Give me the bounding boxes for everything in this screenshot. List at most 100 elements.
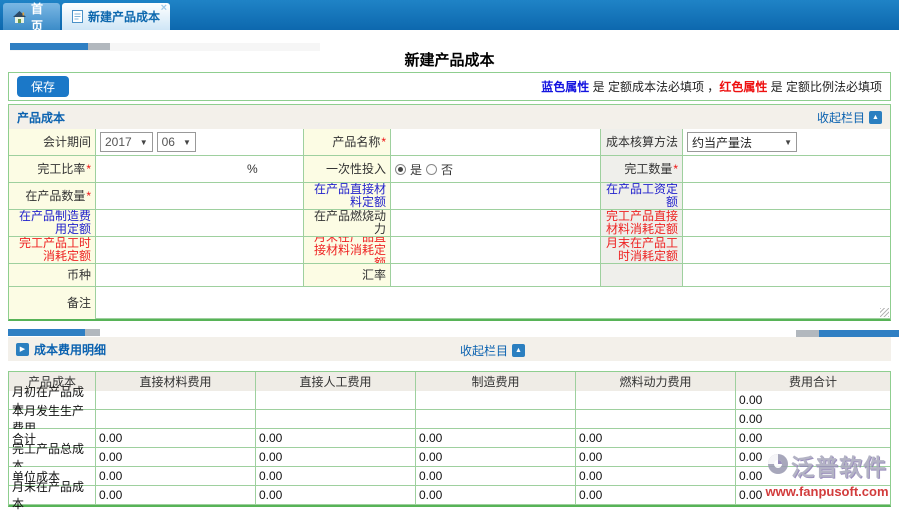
month-end-wip-hour-quota-input[interactable]: [687, 241, 886, 259]
table-cell: 0.00: [416, 429, 576, 448]
wip-qty-cell: [96, 183, 304, 210]
completed-qty-label: 完工数量*: [601, 156, 683, 183]
tab-home-label: 首页: [31, 0, 50, 34]
app-window: 首页 新建产品成本 × 新建产品成本 保存 蓝色属性 是 定额成本法必填项 ，红…: [0, 0, 899, 514]
wip-direct-material-quota-input[interactable]: [395, 187, 596, 205]
collapse-label: 收起栏目: [460, 342, 508, 359]
table-cell[interactable]: [576, 391, 736, 410]
wip-qty-input[interactable]: [100, 187, 299, 205]
finished-work-hour-quota-cell: [96, 237, 304, 264]
month-end-wip-material-quota-cell: [391, 237, 601, 264]
table-cell[interactable]: [416, 391, 576, 410]
table-cell: 0.00: [416, 448, 576, 467]
product-name-input[interactable]: [395, 133, 596, 151]
collapse-label: 收起栏目: [817, 109, 865, 126]
table-cell: 0.00: [576, 429, 736, 448]
required-mark: *: [86, 163, 91, 176]
col-header: 费用合计: [736, 372, 890, 392]
toolbar: 保存 蓝色属性 是 定额成本法必填项 ，红色属性 是 定额比例法必填项: [8, 72, 891, 101]
month-end-wip-hour-quota-cell: [683, 237, 890, 264]
hint-blue-term: 蓝色属性: [541, 80, 589, 94]
year-select[interactable]: 2017▼: [100, 132, 153, 152]
remark-label: 备注: [9, 287, 96, 319]
wip-wage-quota-label: 在产品工资定额: [601, 183, 683, 210]
scrollbar-detail-left[interactable]: [8, 329, 100, 336]
table-cell: 0.00: [736, 410, 890, 429]
cost-method-select[interactable]: 约当产量法▼: [687, 132, 797, 152]
completed-qty-cell: [683, 156, 890, 183]
finished-work-hour-quota-label: 完工产品工时消耗定额: [9, 237, 96, 264]
wip-direct-material-quota-label: 在产品直接材料定额: [304, 183, 391, 210]
radio-yes-label: 是: [410, 161, 422, 178]
currency-input[interactable]: [100, 266, 299, 284]
wip-mfg-expense-quota-input[interactable]: [100, 214, 299, 232]
hint-red-term: 红色属性: [719, 80, 767, 94]
month-select[interactable]: 06▼: [157, 132, 196, 152]
month-end-wip-material-quota-input[interactable]: [395, 241, 596, 259]
scrollbar-detail-right[interactable]: [796, 330, 899, 337]
completed-qty-input[interactable]: [687, 160, 886, 178]
tab-bar: 首页 新建产品成本 ×: [0, 0, 899, 30]
wip-mfg-expense-quota-label: 在产品制造费用定额: [9, 210, 96, 237]
collapse-up-icon: ▲: [512, 344, 525, 357]
empty-label-cell: [601, 264, 683, 287]
col-header: 直接人工费用: [256, 372, 416, 392]
hint-red-rest: 是 定额比例法必填项: [767, 80, 882, 94]
radio-yes[interactable]: [395, 164, 406, 175]
section-play-icon: ▶: [16, 343, 29, 356]
finished-work-hour-quota-input[interactable]: [100, 241, 299, 259]
required-mark: *: [381, 136, 386, 149]
accounting-period-cell: 2017▼ 06▼: [96, 129, 304, 156]
table-cell: 0.00: [736, 429, 890, 448]
row-label: 完工产品总成本: [9, 448, 96, 467]
wip-fuel-power-input[interactable]: [395, 214, 596, 232]
table-cell[interactable]: [96, 391, 256, 410]
collapse-up-icon: ▲: [869, 111, 882, 124]
completion-ratio-input[interactable]: [100, 160, 299, 178]
table-cell: 0.00: [576, 486, 736, 505]
hint-blue-rest: 是 定额成本法必填项 ，: [589, 80, 719, 94]
table-cell: 0.00: [96, 467, 256, 486]
tab-home[interactable]: 首页: [3, 3, 60, 30]
col-header: 燃料动力费用: [576, 372, 736, 392]
table-cell: 0.00: [416, 467, 576, 486]
collapse-section-button[interactable]: 收起栏目 ▲: [817, 109, 882, 126]
radio-no[interactable]: [426, 164, 437, 175]
wip-qty-label: 在产品数量*: [9, 183, 96, 210]
product-name-label: 产品名称*: [304, 129, 391, 156]
empty-input-cell: [683, 264, 890, 287]
tab-close-icon[interactable]: ×: [161, 3, 167, 14]
table-cell: 0.00: [416, 486, 576, 505]
table-cell: 0.00: [96, 486, 256, 505]
one-time-input-label: 一次性投入: [304, 156, 391, 183]
wip-wage-quota-input[interactable]: [687, 187, 886, 205]
required-fields-hint: 蓝色属性 是 定额成本法必填项 ，红色属性 是 定额比例法必填项: [541, 78, 882, 95]
finished-direct-material-quota-input[interactable]: [687, 214, 886, 232]
one-time-input-cell: 是 否: [391, 156, 601, 183]
table-cell[interactable]: [256, 391, 416, 410]
tab-active-label: 新建产品成本: [88, 8, 160, 25]
table-cell[interactable]: [416, 410, 576, 429]
chevron-down-icon: ▼: [784, 138, 792, 147]
table-cell: 0.00: [576, 448, 736, 467]
table-cell: 0.00: [736, 467, 890, 486]
collapse-detail-button[interactable]: 收起栏目 ▲: [460, 342, 525, 359]
month-end-wip-hour-quota-label: 月末在产品工时消耗定额: [601, 237, 683, 264]
col-header: 制造费用: [416, 372, 576, 392]
cost-method-cell: 约当产量法▼: [683, 129, 890, 156]
resize-grip-icon[interactable]: [880, 308, 889, 317]
table-cell[interactable]: [256, 410, 416, 429]
currency-label: 币种: [9, 264, 96, 287]
remark-textarea[interactable]: [96, 287, 890, 318]
tab-new-product-cost[interactable]: 新建产品成本 ×: [62, 3, 170, 30]
chevron-down-icon: ▼: [140, 138, 148, 147]
table-cell: 0.00: [256, 486, 416, 505]
product-cost-form: 会计期间 2017▼ 06▼ 产品名称* 成本核算方法 约当产量法▼ 完工比率*…: [9, 129, 890, 319]
table-cell[interactable]: [96, 410, 256, 429]
exchange-rate-input[interactable]: [395, 266, 596, 284]
table-cell[interactable]: [576, 410, 736, 429]
product-name-cell: [391, 129, 601, 156]
wip-mfg-expense-quota-cell: [96, 210, 304, 237]
save-button[interactable]: 保存: [17, 76, 69, 97]
exchange-rate-cell: [391, 264, 601, 287]
